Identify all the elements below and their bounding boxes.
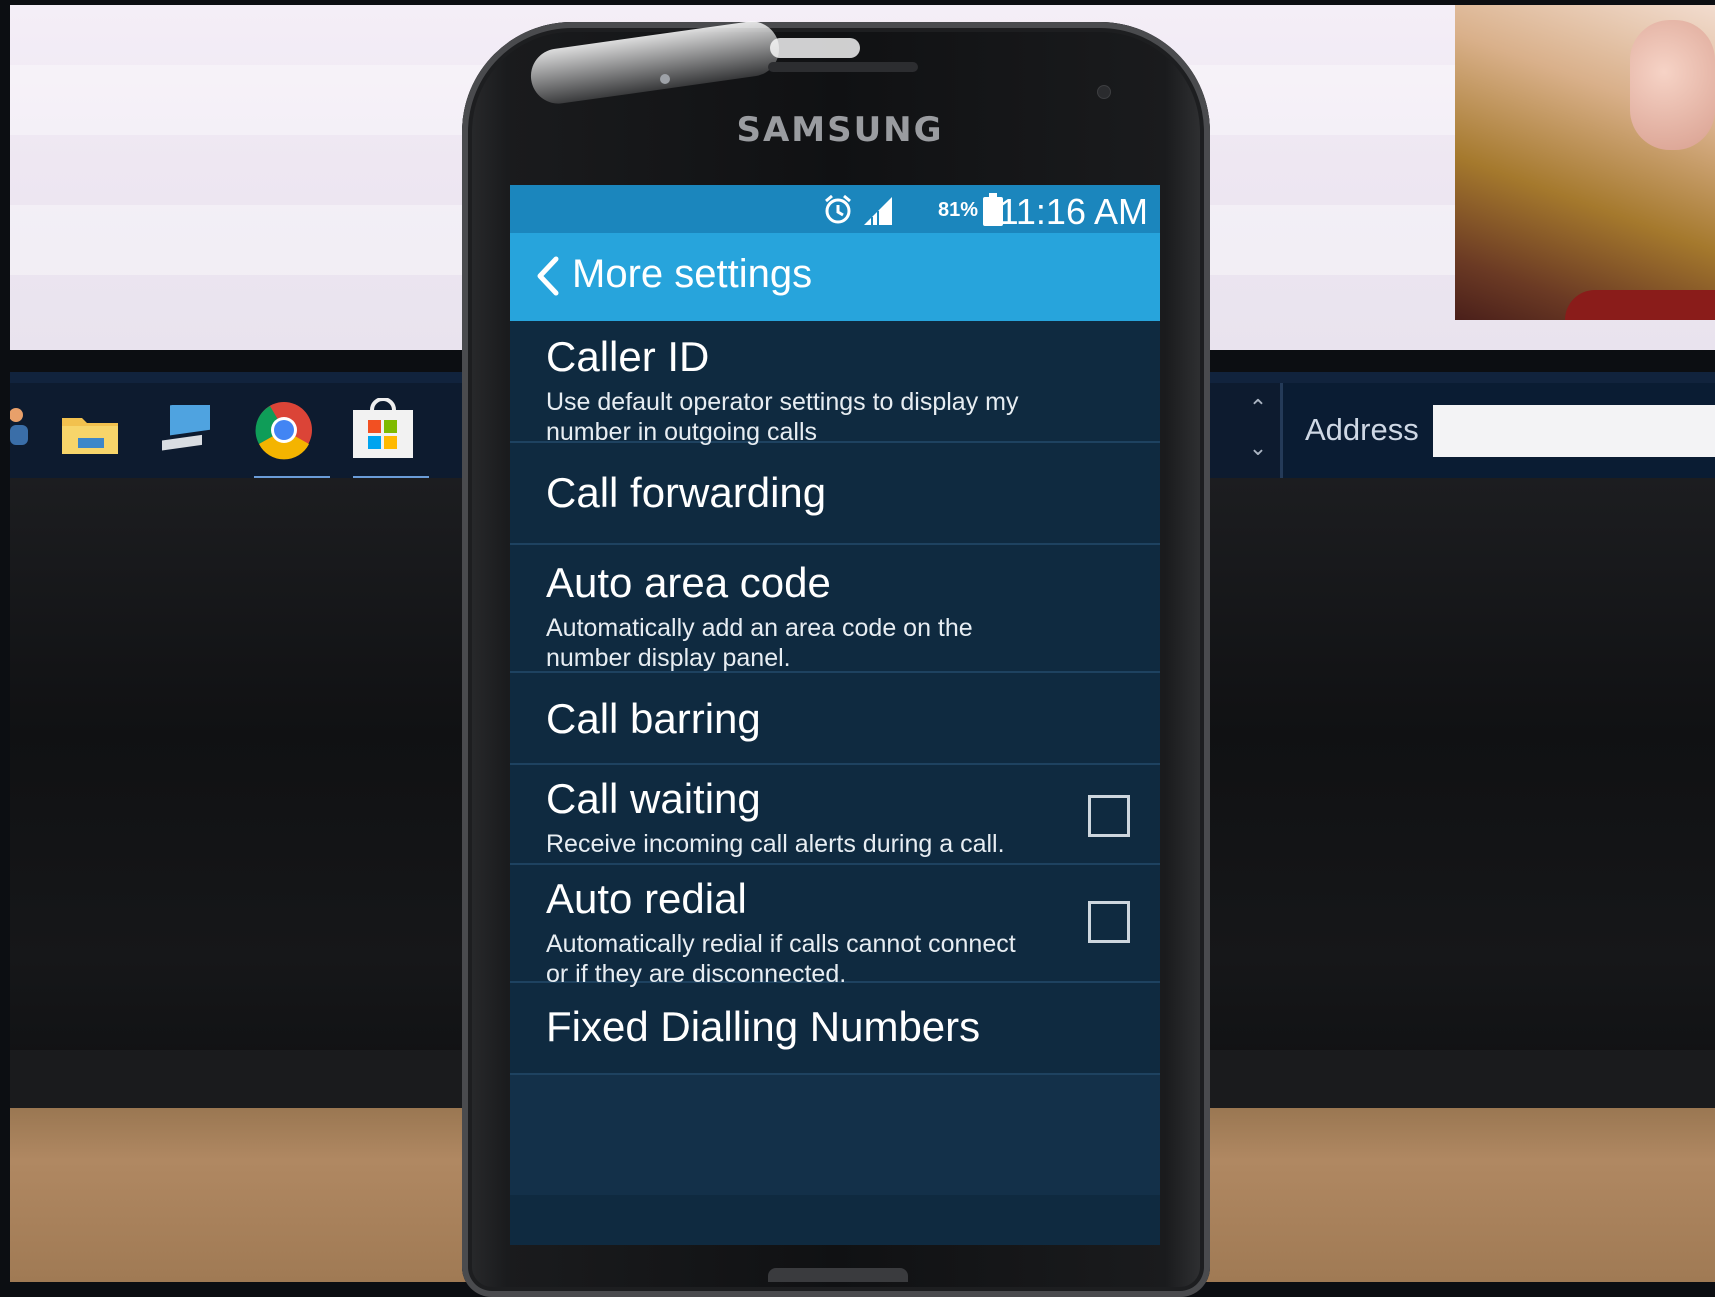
home-button[interactable] bbox=[768, 1268, 908, 1282]
setting-title: Caller ID bbox=[546, 333, 710, 380]
front-camera bbox=[660, 74, 670, 84]
toolbar-scroll-arrows[interactable]: ⌃ ⌄ bbox=[1243, 388, 1273, 478]
chrome-icon[interactable] bbox=[254, 400, 314, 460]
photo-hand bbox=[1630, 20, 1715, 150]
setting-summary: Receive incoming call alerts during a ca… bbox=[546, 830, 1005, 859]
chevron-down-icon[interactable]: ⌄ bbox=[1243, 428, 1273, 468]
list-empty-space bbox=[510, 1075, 1160, 1195]
setting-call-forwarding[interactable]: Call forwarding bbox=[510, 443, 1160, 545]
battery-percent: 81% bbox=[938, 199, 979, 221]
status-bar: 81% 11:16 AM bbox=[510, 185, 1160, 233]
setting-summary: Automatically redial if calls cannot con… bbox=[546, 930, 1016, 989]
address-label: Address bbox=[1305, 412, 1419, 447]
setting-title: Call forwarding bbox=[546, 469, 827, 516]
phone-earpiece bbox=[768, 62, 918, 72]
setting-title: Call waiting bbox=[546, 775, 761, 822]
file-explorer-icon[interactable] bbox=[60, 408, 120, 456]
setting-call-waiting[interactable]: Call waiting Receive incoming call alert… bbox=[510, 765, 1160, 865]
page-title[interactable]: More settings bbox=[572, 252, 812, 297]
setting-auto-redial[interactable]: Auto redial Automatically redial if call… bbox=[510, 865, 1160, 988]
action-bar: More settings bbox=[510, 233, 1160, 321]
setting-fixed-dialling-numbers[interactable]: Fixed Dialling Numbers bbox=[510, 983, 1160, 1075]
address-input[interactable] bbox=[1433, 405, 1715, 457]
setting-summary: Automatically add an area code on the nu… bbox=[546, 614, 973, 673]
store-icon[interactable] bbox=[350, 398, 416, 460]
setting-title: Fixed Dialling Numbers bbox=[546, 1003, 981, 1050]
setting-call-barring[interactable]: Call barring bbox=[510, 673, 1160, 765]
chevron-up-icon[interactable]: ⌃ bbox=[1243, 388, 1273, 428]
setting-title: Auto area code bbox=[546, 559, 831, 606]
alarm-icon bbox=[825, 194, 851, 224]
computer-icon[interactable] bbox=[158, 405, 218, 457]
signal-icon bbox=[864, 197, 892, 225]
setting-caller-id[interactable]: Caller ID Use default operator settings … bbox=[510, 321, 1160, 446]
setting-summary: Use default operator settings to display… bbox=[546, 388, 1019, 447]
status-time: 11:16 AM bbox=[998, 191, 1148, 232]
chevron-left-icon[interactable] bbox=[528, 251, 568, 301]
photo-detail bbox=[1565, 290, 1715, 320]
setting-auto-area-code[interactable]: Auto area code Automatically add an area… bbox=[510, 545, 1160, 673]
setting-title: Auto redial bbox=[546, 875, 747, 922]
phone-screen: 81% 11:16 AM More settings Caller ID Use… bbox=[510, 185, 1160, 1245]
auto-redial-checkbox[interactable] bbox=[1088, 901, 1130, 943]
setting-title: Call barring bbox=[546, 695, 761, 742]
background-photo bbox=[1455, 5, 1715, 320]
phone-glare bbox=[770, 38, 860, 58]
user-icon[interactable] bbox=[10, 405, 32, 447]
brand-logo: SAMSUNG bbox=[736, 110, 944, 150]
call-waiting-checkbox[interactable] bbox=[1088, 795, 1130, 837]
settings-list: Caller ID Use default operator settings … bbox=[510, 321, 1160, 1195]
proximity-sensor bbox=[1097, 85, 1111, 99]
